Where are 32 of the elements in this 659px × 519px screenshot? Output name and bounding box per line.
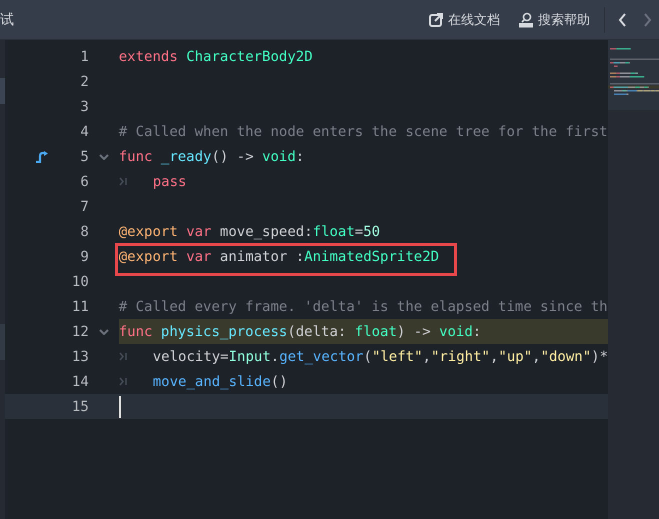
code-line: velocity=Input.get_vector("left","right","up","down")* — [118, 344, 608, 369]
tab-label[interactable]: 试 — [0, 10, 14, 28]
line-number: 9 — [79, 248, 89, 264]
code-line: @export var animator :AnimatedSprite2D — [118, 244, 608, 269]
code-line: # Called every frame. 'delta' is the elapsed time since th — [118, 298, 608, 316]
line-number: 12 — [70, 324, 89, 340]
online-docs-button[interactable]: 在线文档 — [422, 6, 506, 32]
code-line: @export var move_speed:float=50 — [118, 222, 382, 242]
text-caret — [118, 396, 121, 418]
line-number: 6 — [79, 174, 89, 190]
code-line: func _ready() -> void: — [118, 148, 306, 166]
override-icon[interactable] — [34, 150, 49, 162]
minimap-drawing[interactable] — [608, 40, 659, 110]
line-number: 2 — [79, 74, 89, 90]
line-number: 15 — [70, 398, 89, 414]
line-number: 7 — [79, 198, 89, 214]
code-line: # Called when the node enters the scene tree for the first — [118, 122, 608, 142]
doc-search-icon — [518, 12, 534, 28]
search-help-button[interactable]: 搜索帮助 — [512, 6, 596, 32]
external-link-icon — [428, 12, 444, 28]
line-number: 13 — [70, 348, 89, 364]
line-number: 8 — [79, 224, 89, 240]
line-number: 14 — [70, 374, 89, 390]
line-number: 4 — [79, 124, 89, 140]
code-line: pass — [118, 169, 608, 194]
line-number: 5 — [79, 148, 89, 164]
code-line: extends CharacterBody2D — [118, 48, 314, 66]
line-number: 10 — [70, 274, 89, 290]
code-line: move_and_slide() — [118, 369, 608, 394]
line-number: 1 — [79, 48, 89, 64]
line-number: 3 — [79, 98, 89, 114]
line-number: 11 — [70, 298, 89, 314]
